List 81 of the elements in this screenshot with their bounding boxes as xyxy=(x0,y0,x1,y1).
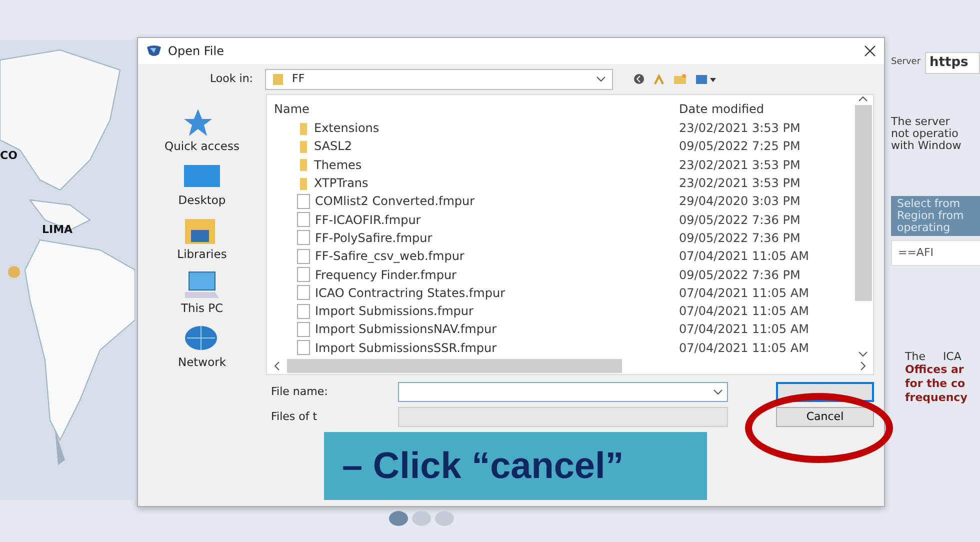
scroll-down-icon[interactable] xyxy=(858,350,868,358)
file-name-label: File name: xyxy=(271,384,329,400)
date-cell-text: 29/04/2020 3:03 PM xyxy=(679,193,800,210)
date-cell-text: 09/05/2022 7:36 PM xyxy=(679,212,800,229)
file-row[interactable]: FF-Safire_csv_web.fmpur xyxy=(267,247,679,266)
look-in-combo[interactable]: FF xyxy=(265,68,613,90)
file-row[interactable]: Import Submissions.fmpur xyxy=(267,302,679,320)
info-text: The ICA xyxy=(904,350,962,363)
file-row[interactable]: ICAO Contractring States.fmpur xyxy=(267,284,679,302)
file-type-label: Files of t xyxy=(271,408,318,425)
document-icon xyxy=(297,194,310,209)
file-row[interactable]: Frequency Finder.fmpur xyxy=(267,266,679,284)
server-label: Server xyxy=(891,56,921,69)
navigation-pane-item[interactable]: Desktop xyxy=(178,162,226,216)
back-icon[interactable] xyxy=(633,73,645,85)
document-icon xyxy=(297,340,310,356)
map-label: LIMA xyxy=(42,222,73,238)
document-icon xyxy=(297,230,310,246)
date-cell-text: 07/04/2021 11:05 AM xyxy=(679,284,809,302)
folder-icon xyxy=(272,73,284,85)
folder-icon xyxy=(297,140,309,153)
server-field[interactable]: https xyxy=(924,52,980,74)
window-title: Open File xyxy=(168,43,224,60)
file-row[interactable]: FF-ICAOFIR.fmpur xyxy=(267,210,679,229)
map-label: CO xyxy=(0,148,18,164)
file-row[interactable]: COMlist2 Converted.fmpur xyxy=(267,192,679,210)
new-folder-icon[interactable] xyxy=(673,73,687,85)
date-cell-text: 23/02/2021 3:53 PM xyxy=(679,120,800,138)
document-icon xyxy=(297,248,310,264)
scroll-right-icon[interactable] xyxy=(859,361,867,371)
navigation-pane-item[interactable]: Libraries xyxy=(177,216,227,270)
scroll-up-icon[interactable] xyxy=(858,95,868,103)
up-folder-icon[interactable] xyxy=(653,73,665,85)
carousel-dot[interactable] xyxy=(388,511,408,526)
file-row[interactable]: Themes xyxy=(267,156,679,174)
document-icon xyxy=(297,304,310,319)
vertical-scrollbar[interactable] xyxy=(853,95,873,358)
carousel-dot[interactable] xyxy=(412,511,430,526)
region-prompt: Select from Region from operating xyxy=(891,196,980,236)
date-cell-text: 09/05/2022 7:25 PM xyxy=(679,138,800,156)
document-icon xyxy=(297,212,310,228)
file-name-field[interactable] xyxy=(398,382,728,402)
column-header[interactable]: Date modified xyxy=(679,100,764,118)
document-icon xyxy=(297,267,310,282)
date-cell-text: 07/04/2021 11:05 AM xyxy=(679,340,809,357)
info-emphasis: Offices ar for the co frequency xyxy=(904,363,968,405)
file-row[interactable]: Extensions xyxy=(267,119,679,138)
date-cell-text: 23/02/2021 3:53 PM xyxy=(679,156,800,174)
close-icon[interactable] xyxy=(864,45,876,57)
date-cell-text: 09/05/2022 7:36 PM xyxy=(679,230,800,247)
region-field[interactable]: ==AFI xyxy=(891,240,980,266)
file-row[interactable]: Import SubmissionsSSR.fmpur xyxy=(267,338,679,357)
file-row[interactable]: XTPTrans xyxy=(267,174,679,192)
file-row[interactable]: FF-PolySafire.fmpur xyxy=(267,228,679,247)
scroll-left-icon[interactable] xyxy=(273,361,281,371)
navigation-pane-item[interactable]: Network xyxy=(178,324,226,378)
file-row[interactable]: SASL2 xyxy=(267,137,679,156)
folder-icon xyxy=(297,122,309,135)
date-cell-text: 23/02/2021 3:53 PM xyxy=(679,175,800,192)
look-in-label: Look in: xyxy=(210,70,253,87)
view-menu-icon[interactable] xyxy=(695,73,717,85)
date-cell-text: 07/04/2021 11:05 AM xyxy=(679,303,809,320)
file-row[interactable]: Import SubmissionsNAV.fmpur xyxy=(267,320,679,338)
document-icon xyxy=(297,322,310,337)
caret-icon xyxy=(713,389,723,395)
document-icon xyxy=(297,285,310,300)
notice-text: The server not operatio with Window xyxy=(891,116,962,152)
folder-icon xyxy=(297,176,309,190)
folder-icon xyxy=(297,158,309,172)
navigation-pane-item[interactable]: This PC xyxy=(180,270,224,324)
date-cell-text: 09/05/2022 7:36 PM xyxy=(679,266,800,284)
app-icon xyxy=(146,44,162,58)
caret-icon xyxy=(596,76,606,82)
pc-icon xyxy=(183,270,221,300)
cancel-button[interactable]: Cancel xyxy=(776,407,874,427)
carousel-dot[interactable] xyxy=(434,511,454,526)
date-cell-text: 07/04/2021 11:05 AM xyxy=(679,248,809,266)
date-cell-text: 07/04/2021 11:05 AM xyxy=(679,321,809,338)
callout-caption: – Click “cancel” xyxy=(324,432,707,500)
column-header[interactable]: Name xyxy=(267,100,679,118)
navigation-pane-item[interactable]: Quick access xyxy=(164,108,240,162)
